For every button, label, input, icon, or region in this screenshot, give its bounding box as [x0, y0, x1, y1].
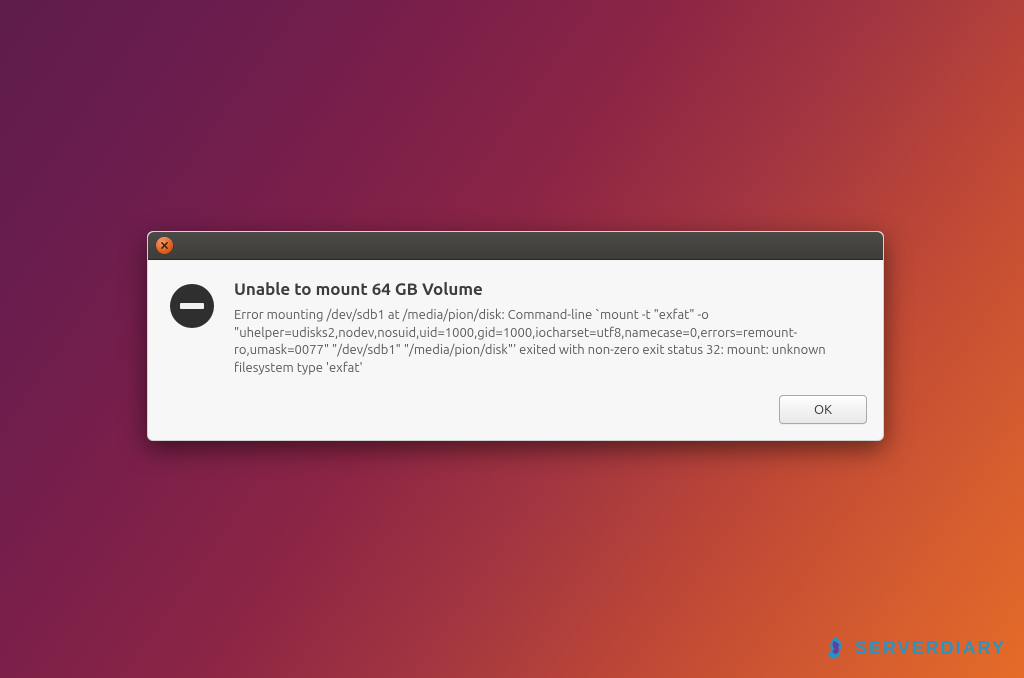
dialog-title: Unable to mount 64 GB Volume: [234, 280, 863, 299]
dialog-titlebar: [148, 232, 883, 260]
close-icon: [160, 241, 169, 250]
ok-button[interactable]: OK: [779, 395, 867, 424]
watermark-logo-icon: [821, 634, 849, 662]
dialog-actions: OK: [148, 395, 883, 440]
error-icon: [168, 282, 216, 330]
error-dialog: Unable to mount 64 GB Volume Error mount…: [147, 231, 884, 441]
dialog-message: Error mounting /dev/sdb1 at /media/pion/…: [234, 307, 863, 377]
dialog-content: Unable to mount 64 GB Volume Error mount…: [234, 280, 863, 377]
watermark-text: SERVERDIARY: [855, 638, 1006, 659]
dialog-body: Unable to mount 64 GB Volume Error mount…: [148, 260, 883, 395]
close-button[interactable]: [156, 237, 173, 254]
watermark: SERVERDIARY: [821, 634, 1006, 662]
